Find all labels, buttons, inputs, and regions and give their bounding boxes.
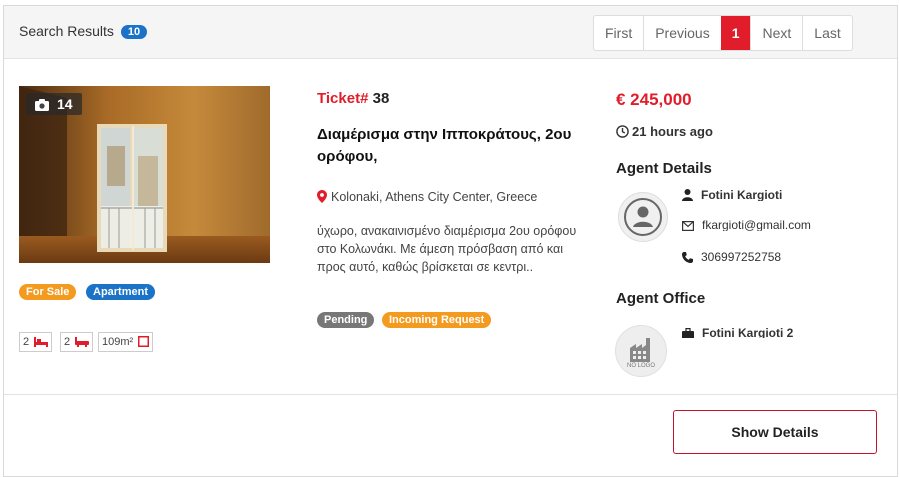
tag-apartment: Apartment	[86, 284, 156, 300]
pagination-first[interactable]: First	[594, 16, 643, 50]
results-title-text: Search Results	[19, 23, 114, 39]
show-details-button[interactable]: Show Details	[673, 410, 877, 454]
listing-title[interactable]: Διαμέρισμα στην Ιπποκράτους, 2ου ορόφου,	[317, 124, 587, 168]
camera-icon	[35, 99, 49, 111]
tag-for-sale: For Sale	[19, 284, 77, 300]
agent-avatar	[618, 192, 668, 242]
results-count-badge: 10	[120, 25, 148, 39]
listing-description: ύχωρο, ανακαινισμένο διαμέρισμα 2ου ορόφ…	[317, 224, 577, 274]
feature-area: 109m²	[98, 332, 154, 352]
clock-icon	[616, 125, 629, 138]
pagination: First Previous 1 Next Last	[593, 15, 853, 51]
listing-time: 21 hours ago	[616, 124, 713, 139]
search-results-panel: Search Results 10 First Previous 1 Next …	[3, 5, 898, 477]
listing-photo[interactable]: 14	[19, 86, 270, 263]
agent-name: Fotini Kargioti	[701, 188, 783, 201]
bed-icon	[34, 337, 49, 347]
ticket-number: Ticket# 38	[317, 90, 389, 107]
pagination-previous[interactable]: Previous	[643, 16, 720, 50]
agent-email[interactable]: fkargioti@gmail.com	[702, 218, 811, 231]
user-icon	[682, 189, 693, 201]
office-name-row: Fotini Kargioti 2	[682, 326, 793, 338]
pagination-last[interactable]: Last	[802, 16, 851, 50]
agent-office-heading: Agent Office	[616, 290, 706, 307]
pagination-current-page[interactable]: 1	[720, 16, 751, 50]
feature-bathrooms: 2	[60, 332, 94, 352]
office-name: Fotini Kargioti 2	[702, 326, 794, 338]
ticket-label: Ticket#	[317, 90, 369, 107]
bathrooms-count: 2	[64, 336, 71, 348]
results-header: Search Results 10 First Previous 1 Next …	[4, 6, 897, 59]
status-pending-badge: Pending	[317, 312, 375, 328]
agent-phone-row: 306997252758	[682, 250, 781, 263]
feature-bedrooms: 2	[19, 332, 53, 352]
briefcase-icon	[682, 328, 694, 338]
time-ago-text: 21 hours ago	[632, 124, 713, 139]
ticket-value: 38	[372, 90, 390, 107]
user-avatar-icon	[624, 198, 662, 236]
listing-price: € 245,000	[616, 90, 692, 109]
listing-location: Kolonaki, Athens City Center, Greece	[317, 190, 537, 204]
agent-details-heading: Agent Details	[616, 160, 712, 177]
office-logo: NO LOGO	[615, 325, 667, 377]
agent-email-row: fkargioti@gmail.com	[682, 218, 811, 231]
no-logo-text: NO LOGO	[626, 363, 655, 369]
map-pin-icon	[317, 190, 327, 203]
bedrooms-count: 2	[23, 336, 30, 348]
results-title: Search Results 10	[19, 23, 148, 39]
area-icon	[138, 336, 150, 347]
agent-name-row: Fotini Kargioti	[682, 188, 782, 201]
bath-icon	[75, 337, 90, 347]
envelope-icon	[682, 221, 695, 231]
area-value: 109m²	[102, 336, 134, 348]
agent-phone[interactable]: 306997252758	[701, 250, 781, 263]
photo-count-badge: 14	[26, 93, 82, 115]
footer-divider	[4, 394, 897, 395]
pagination-next[interactable]: Next	[750, 16, 802, 50]
photo-count-text: 14	[57, 96, 73, 112]
phone-icon	[682, 252, 693, 263]
location-text: Kolonaki, Athens City Center, Greece	[331, 190, 538, 204]
status-incoming-request-badge: Incoming Request	[382, 312, 492, 328]
